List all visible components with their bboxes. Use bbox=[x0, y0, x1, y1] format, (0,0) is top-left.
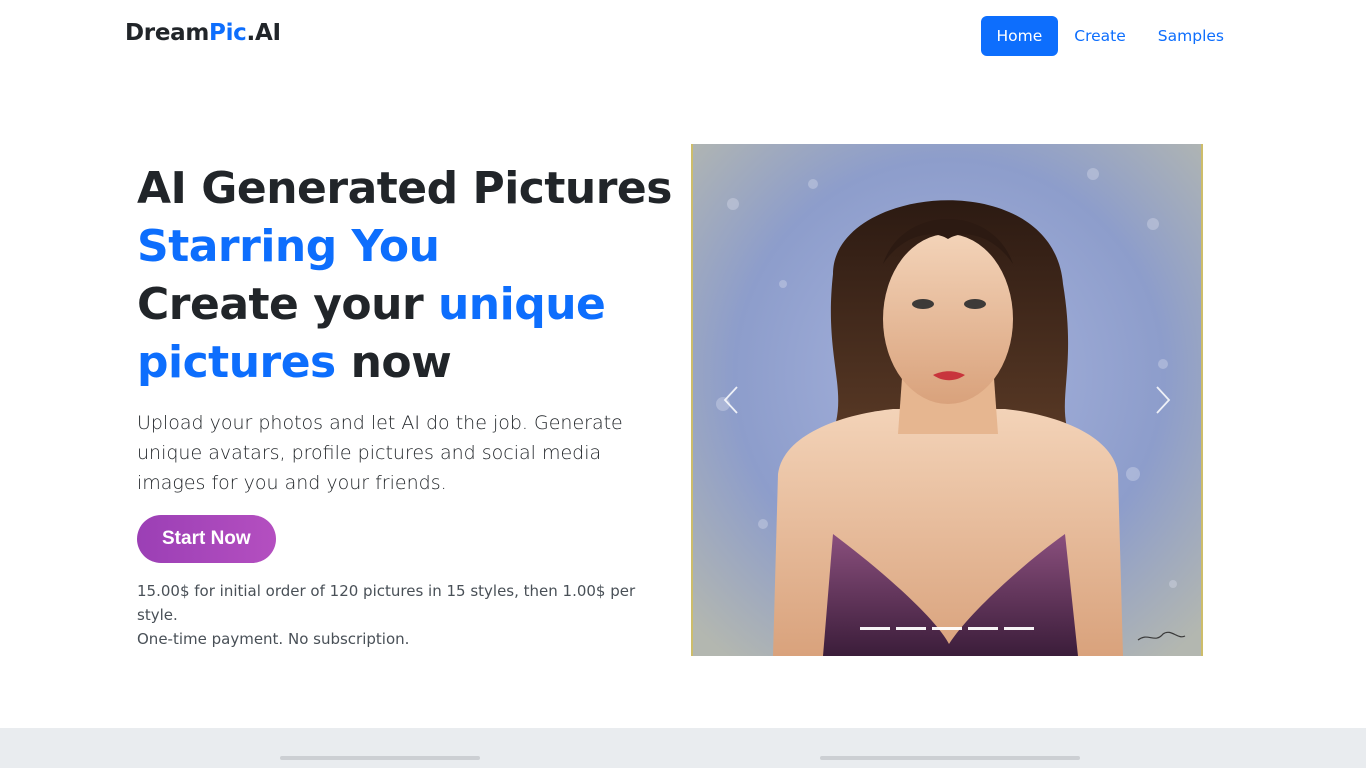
nav-home[interactable]: Home bbox=[980, 16, 1059, 56]
carousel-indicator-2[interactable] bbox=[896, 627, 926, 630]
navbar: DreamPic.AI Home Create Samples bbox=[0, 0, 1366, 72]
headline-line-4-b: now bbox=[335, 337, 452, 388]
next-section-heading-peek-left bbox=[280, 756, 480, 760]
price-note-line-1: 15.00$ for initial order of 120 pictures… bbox=[137, 582, 636, 624]
main-nav: Home Create Samples bbox=[980, 16, 1241, 56]
hero-text: AI Generated Pictures Starring You Creat… bbox=[137, 160, 677, 651]
chevron-left-icon bbox=[723, 386, 738, 414]
hero-headline: AI Generated Pictures Starring You Creat… bbox=[137, 160, 677, 392]
headline-line-4: pictures now bbox=[137, 334, 677, 392]
carousel-indicator-1[interactable] bbox=[860, 627, 890, 630]
next-section-heading-peek-right bbox=[820, 756, 1080, 760]
price-note: 15.00$ for initial order of 120 pictures… bbox=[137, 579, 677, 651]
headline-line-2: Starring You bbox=[137, 221, 440, 272]
next-section-band bbox=[0, 728, 1366, 768]
price-note-line-2: One-time payment. No subscription. bbox=[137, 630, 410, 648]
headline-line-3: Create your unique bbox=[137, 276, 677, 334]
image-carousel[interactable] bbox=[691, 144, 1203, 656]
hero-lead: Upload your photos and let AI do the job… bbox=[137, 412, 623, 494]
brand-part-2: Pic bbox=[209, 20, 247, 46]
chevron-right-icon bbox=[1156, 386, 1171, 414]
carousel-indicator-4[interactable] bbox=[968, 627, 998, 630]
carousel-indicator-3[interactable] bbox=[932, 627, 962, 630]
carousel-next-button[interactable] bbox=[1143, 380, 1183, 420]
headline-line-3-a: Create your bbox=[137, 279, 438, 330]
brand-logo[interactable]: DreamPic.AI bbox=[125, 20, 281, 46]
carousel-slide-image bbox=[693, 144, 1201, 656]
brand-part-1: Dream bbox=[125, 20, 210, 46]
headline-line-4-a: pictures bbox=[137, 337, 336, 388]
brand-part-3: .AI bbox=[246, 20, 282, 46]
headline-line-1: AI Generated Pictures bbox=[137, 163, 672, 214]
carousel-indicator-5[interactable] bbox=[1004, 627, 1034, 630]
carousel-prev-button[interactable] bbox=[711, 380, 751, 420]
start-now-button[interactable]: Start Now bbox=[137, 515, 276, 563]
carousel-indicators bbox=[693, 627, 1201, 630]
nav-create[interactable]: Create bbox=[1058, 16, 1142, 56]
nav-samples[interactable]: Samples bbox=[1142, 16, 1240, 56]
headline-line-3-b: unique bbox=[437, 279, 606, 330]
